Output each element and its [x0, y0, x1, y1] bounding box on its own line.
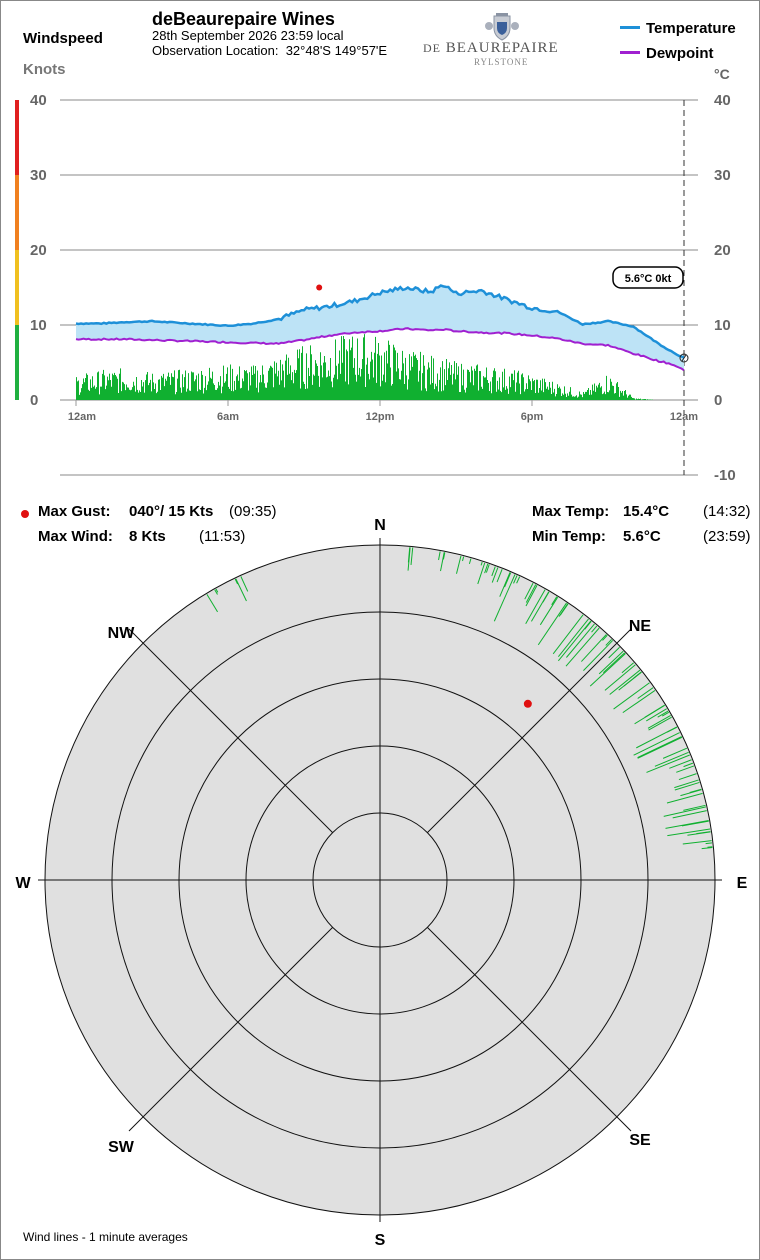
left-tick-label: 10	[30, 317, 47, 334]
max-gust-marker	[316, 284, 323, 291]
left-tick-label: 0	[30, 392, 38, 409]
left-tick-label: 40	[30, 92, 47, 109]
x-tick-label: 12pm	[366, 411, 395, 423]
left-tick-label: 20	[30, 242, 47, 259]
right-tick-label: -10	[714, 467, 736, 484]
x-tick-label: 12am	[670, 411, 698, 423]
compass-label-nw: NW	[108, 625, 136, 642]
compass-label-w: W	[15, 875, 31, 892]
current-readout: 5.6°C 0kt	[625, 273, 672, 285]
right-tick-label: 30	[714, 167, 731, 184]
compass-label-n: N	[374, 517, 386, 534]
x-tick-label: 6am	[217, 411, 239, 423]
wind-rose: N NE E SE S SW W NW	[15, 517, 747, 1249]
compass-label-e: E	[737, 875, 748, 892]
scale-segment	[15, 100, 19, 175]
right-tick-label: 0	[714, 392, 722, 409]
compass-label-s: S	[375, 1232, 386, 1249]
weather-charts: -1001020304001020304012am 6am 12pm 6pm 12am …	[15, 92, 748, 1249]
left-tick-label: 30	[30, 167, 47, 184]
x-tick-label: 12am	[68, 411, 96, 423]
x-tick-label: 6pm	[521, 411, 544, 423]
polar-gust-marker	[523, 699, 532, 708]
scale-segment	[15, 175, 19, 250]
wind-tick	[705, 842, 712, 845]
windspeed-bars	[76, 334, 653, 400]
right-tick-label: 40	[714, 92, 731, 109]
right-tick-label: 10	[714, 317, 731, 334]
right-tick-label: 20	[714, 242, 731, 259]
windspeed-color-scale	[15, 100, 19, 400]
compass-label-se: SE	[629, 1132, 651, 1149]
scale-segment	[15, 250, 19, 325]
scale-segment	[15, 325, 19, 400]
compass-label-sw: SW	[108, 1139, 135, 1156]
compass-label-ne: NE	[629, 618, 652, 635]
